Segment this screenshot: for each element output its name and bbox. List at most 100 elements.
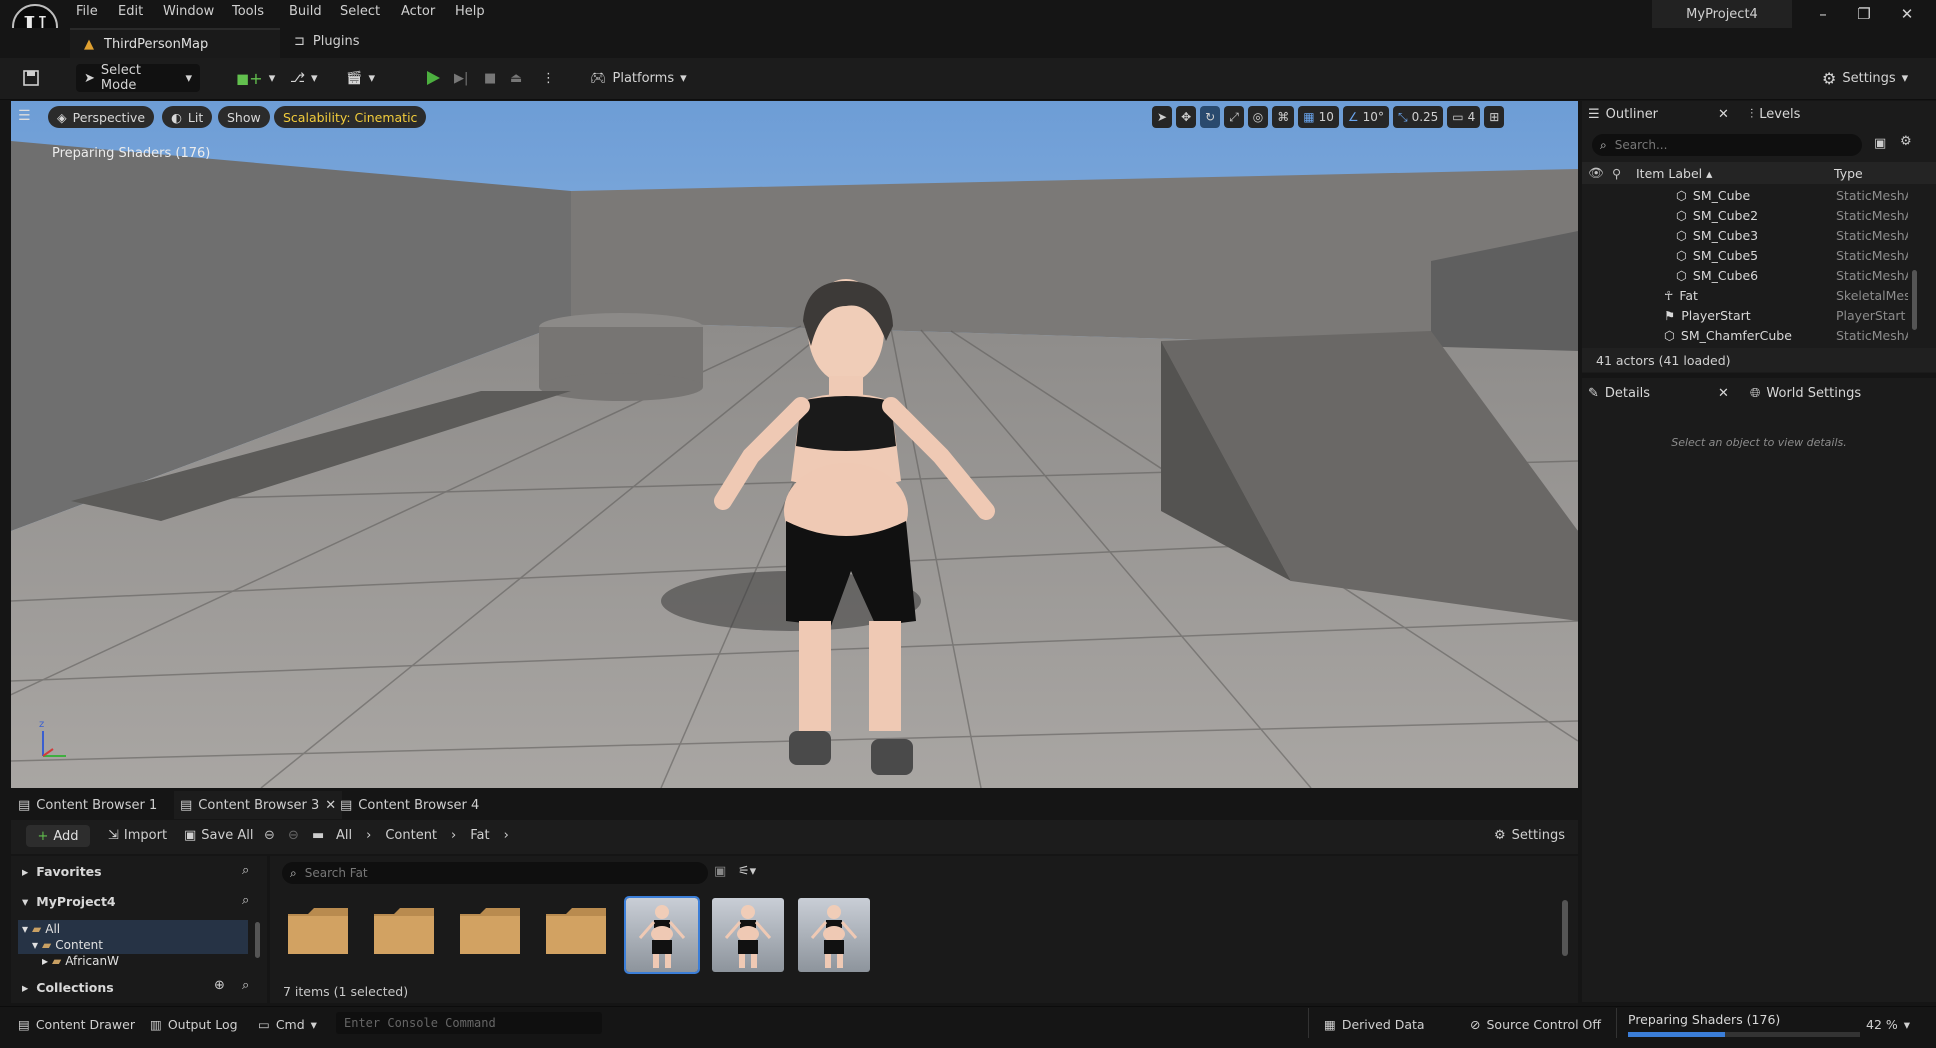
menu-actor[interactable]: Actor — [401, 4, 435, 19]
tab-plugins[interactable]: ⊐ Plugins — [294, 34, 359, 49]
scale-icon[interactable]: ⤢ — [1224, 106, 1244, 128]
outliner-row[interactable]: ⬡ SM_Cube6 StaticMeshA — [1582, 265, 1936, 285]
breadcrumb-content[interactable]: Content — [385, 828, 437, 843]
scale-snap-button[interactable]: ⤡ 0.25 — [1392, 106, 1444, 128]
outliner-row[interactable]: ⬡ SM_Cube3 StaticMeshA — [1582, 225, 1936, 245]
more-options-icon[interactable]: ⋮ — [542, 64, 555, 92]
perspective-button[interactable]: ◈ Perspective — [48, 106, 155, 128]
asset-thumbnail[interactable] — [624, 896, 700, 974]
save-search-icon[interactable]: ▣ — [714, 864, 726, 879]
menu-window[interactable]: Window — [163, 4, 214, 19]
world-space-icon[interactable]: ◎ — [1247, 106, 1269, 128]
console-input[interactable]: Enter Console Command — [336, 1012, 602, 1034]
maximize-viewport-icon[interactable]: ⊞ — [1484, 106, 1505, 128]
outliner-close-icon[interactable]: ✕ — [1718, 100, 1729, 128]
add-button[interactable]: + Add — [26, 825, 90, 847]
tab-content-browser-3[interactable]: ▤ Content Browser 3 ✕ — [174, 791, 343, 819]
tab-levels[interactable]: ⫶ Levels — [1750, 100, 1800, 128]
menu-file[interactable]: File — [76, 4, 98, 19]
tab-details[interactable]: ✎ Details — [1588, 379, 1650, 407]
project-section[interactable]: ▾ MyProject4 — [22, 894, 116, 909]
asset-thumbnail[interactable] — [712, 898, 784, 972]
outliner-row[interactable]: ⬡ SM_Cube5 StaticMeshA — [1582, 245, 1936, 265]
folder-icon[interactable] — [286, 906, 350, 956]
tree-item-content[interactable]: ▾ ▰ Content — [32, 938, 103, 952]
source-control-button[interactable]: ⊘ Source Control Off — [1470, 1014, 1601, 1034]
menu-tools[interactable]: Tools — [232, 4, 264, 19]
play-button[interactable] — [424, 64, 442, 92]
platforms-button[interactable]: 🎮︎ Platforms ▾ — [590, 64, 687, 92]
folder-icon[interactable] — [458, 906, 522, 956]
translate-icon[interactable]: ✥ — [1176, 106, 1197, 128]
eye-icon[interactable]: 👁︎ — [1588, 165, 1604, 181]
tab-thirdpersonmap[interactable]: ▲ ThirdPersonMap — [70, 28, 280, 58]
search-icon[interactable]: ⌕ — [242, 863, 249, 878]
tree-item-africanw[interactable]: ▸ ▰ AfricanW — [42, 954, 119, 968]
tab-world-settings[interactable]: 🌐︎ World Settings — [1750, 379, 1861, 407]
add-folder-icon[interactable]: ▣ — [1874, 136, 1886, 151]
cinematics-button[interactable]: 🎬︎ ▾ — [346, 64, 375, 92]
menu-help[interactable]: Help — [455, 4, 485, 19]
eject-button[interactable]: ⏏ — [510, 64, 522, 92]
content-browser-settings-button[interactable]: ⚙ Settings — [1494, 828, 1565, 843]
add-collection-icon[interactable]: ⊕ — [214, 978, 225, 993]
save-all-button[interactable]: ▣ Save All — [184, 828, 253, 843]
pin-icon[interactable]: ⚲ — [1612, 166, 1621, 181]
favorites-section[interactable]: ▸ Favorites — [22, 864, 102, 879]
folder-icon[interactable] — [544, 906, 608, 956]
progress-percent-button[interactable]: 42 % ▾ — [1866, 1014, 1910, 1034]
show-button[interactable]: Show — [218, 106, 270, 128]
save-icon[interactable] — [22, 64, 40, 92]
content-drawer-button[interactable]: ▤ Content Drawer — [18, 1014, 135, 1034]
tab-content-browser-4[interactable]: ▤ Content Browser 4 — [340, 791, 479, 819]
breadcrumb-all[interactable]: All — [336, 828, 352, 843]
collections-section[interactable]: ▸ Collections — [22, 980, 114, 995]
forward-icon[interactable]: ⊖ — [288, 828, 299, 843]
step-button[interactable]: ▶| — [454, 64, 468, 92]
surface-snap-icon[interactable]: ⌘ — [1272, 106, 1295, 128]
add-actor-button[interactable]: ◼+ ▾ — [236, 64, 275, 92]
tab-content-browser-1[interactable]: ▤ Content Browser 1 — [18, 791, 157, 819]
blueprint-button[interactable]: ⎇ ▾ — [290, 64, 318, 92]
scalability-button[interactable]: Scalability: Cinematic — [274, 106, 427, 128]
outliner-search[interactable]: ⌕ Search... — [1592, 134, 1862, 156]
outliner-row[interactable]: ⚑ PlayerStart PlayerStart — [1582, 305, 1936, 325]
close-icon[interactable]: ✕ — [325, 798, 336, 813]
tab-outliner[interactable]: ☰ Outliner — [1588, 100, 1658, 128]
minimize-icon[interactable]: – — [1802, 0, 1844, 28]
type-column[interactable]: Type — [1834, 166, 1863, 181]
outliner-settings-gear-icon[interactable]: ⚙ — [1900, 134, 1912, 149]
outliner-row[interactable]: ⬡ SM_ChamferCube StaticMeshA — [1582, 325, 1936, 345]
close-icon[interactable]: ✕ — [1886, 0, 1928, 28]
outliner-row[interactable]: ⬡ SM_Cube StaticMeshA — [1582, 185, 1936, 205]
grid-snap-button[interactable]: ▦ 10 — [1298, 106, 1339, 128]
lit-button[interactable]: ◐ Lit — [162, 106, 213, 128]
filter-icon[interactable]: ⚟▾ — [738, 864, 756, 879]
search-icon[interactable]: ⌕ — [242, 893, 249, 908]
asset-scrollbar[interactable] — [1562, 900, 1568, 956]
menu-select[interactable]: Select — [340, 4, 380, 19]
details-close-icon[interactable]: ✕ — [1718, 379, 1729, 407]
back-icon[interactable]: ⊖ — [264, 828, 275, 843]
settings-button[interactable]: ⚙ Settings ▾ — [1822, 64, 1908, 92]
outliner-row[interactable]: ☥ Fat SkeletalMes — [1582, 285, 1936, 305]
folder-icon[interactable] — [372, 906, 436, 956]
outliner-search-input[interactable]: Search... — [1615, 138, 1668, 152]
menu-edit[interactable]: Edit — [118, 4, 143, 19]
menu-build[interactable]: Build — [289, 4, 322, 19]
camera-speed-button[interactable]: ▭ 4 — [1447, 106, 1481, 128]
viewport-menu-icon[interactable]: ☰ — [18, 108, 31, 124]
outliner-row[interactable]: ⬡ SM_Cube2 StaticMeshA — [1582, 205, 1936, 225]
select-tool-icon[interactable]: ➤ — [1152, 106, 1173, 128]
select-mode-button[interactable]: ➤ Select Mode ▾ — [76, 63, 200, 93]
tree-scrollbar[interactable] — [255, 922, 260, 958]
asset-search[interactable]: ⌕ Search Fat — [282, 862, 708, 884]
output-log-button[interactable]: ▥ Output Log — [150, 1014, 238, 1034]
rotate-icon[interactable]: ↻ — [1200, 106, 1221, 128]
rotation-snap-button[interactable]: ∠ 10° — [1342, 106, 1389, 128]
search-icon[interactable]: ⌕ — [242, 978, 249, 993]
restore-icon[interactable]: ❐ — [1843, 0, 1885, 28]
cmd-button[interactable]: ▭ Cmd ▾ — [258, 1014, 317, 1034]
derived-data-button[interactable]: ▦ Derived Data — [1324, 1014, 1425, 1034]
breadcrumb-fat[interactable]: Fat — [470, 828, 489, 843]
